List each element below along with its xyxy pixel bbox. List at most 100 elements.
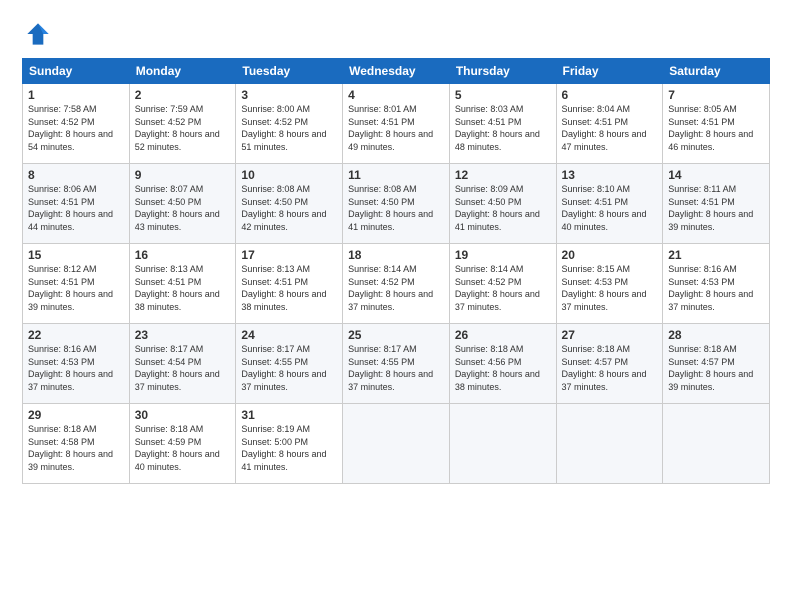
calendar-table: SundayMondayTuesdayWednesdayThursdayFrid… xyxy=(22,58,770,484)
cell-info: Sunrise: 8:17 AMSunset: 4:54 PMDaylight:… xyxy=(135,343,231,393)
cell-info: Sunrise: 8:13 AMSunset: 4:51 PMDaylight:… xyxy=(135,263,231,313)
day-cell-1: 1Sunrise: 7:58 AMSunset: 4:52 PMDaylight… xyxy=(23,84,130,164)
day-number: 3 xyxy=(241,88,337,102)
cell-info: Sunrise: 8:18 AMSunset: 4:59 PMDaylight:… xyxy=(135,423,231,473)
cell-info: Sunrise: 7:58 AMSunset: 4:52 PMDaylight:… xyxy=(28,103,124,153)
day-number: 30 xyxy=(135,408,231,422)
cell-info: Sunrise: 8:14 AMSunset: 4:52 PMDaylight:… xyxy=(348,263,444,313)
page: SundayMondayTuesdayWednesdayThursdayFrid… xyxy=(0,0,792,612)
day-number: 9 xyxy=(135,168,231,182)
cell-info: Sunrise: 8:14 AMSunset: 4:52 PMDaylight:… xyxy=(455,263,551,313)
day-number: 17 xyxy=(241,248,337,262)
empty-cell xyxy=(449,404,556,484)
empty-cell xyxy=(343,404,450,484)
cell-info: Sunrise: 8:18 AMSunset: 4:58 PMDaylight:… xyxy=(28,423,124,473)
day-number: 20 xyxy=(562,248,658,262)
day-cell-16: 16Sunrise: 8:13 AMSunset: 4:51 PMDayligh… xyxy=(129,244,236,324)
cell-info: Sunrise: 8:01 AMSunset: 4:51 PMDaylight:… xyxy=(348,103,444,153)
header-cell-saturday: Saturday xyxy=(663,59,770,84)
day-cell-14: 14Sunrise: 8:11 AMSunset: 4:51 PMDayligh… xyxy=(663,164,770,244)
day-number: 31 xyxy=(241,408,337,422)
header-cell-tuesday: Tuesday xyxy=(236,59,343,84)
day-number: 27 xyxy=(562,328,658,342)
day-cell-30: 30Sunrise: 8:18 AMSunset: 4:59 PMDayligh… xyxy=(129,404,236,484)
day-cell-15: 15Sunrise: 8:12 AMSunset: 4:51 PMDayligh… xyxy=(23,244,130,324)
header-cell-wednesday: Wednesday xyxy=(343,59,450,84)
empty-cell xyxy=(663,404,770,484)
day-cell-25: 25Sunrise: 8:17 AMSunset: 4:55 PMDayligh… xyxy=(343,324,450,404)
day-number: 12 xyxy=(455,168,551,182)
day-number: 15 xyxy=(28,248,124,262)
cell-info: Sunrise: 8:06 AMSunset: 4:51 PMDaylight:… xyxy=(28,183,124,233)
day-number: 21 xyxy=(668,248,764,262)
day-number: 19 xyxy=(455,248,551,262)
header-row: SundayMondayTuesdayWednesdayThursdayFrid… xyxy=(23,59,770,84)
day-cell-18: 18Sunrise: 8:14 AMSunset: 4:52 PMDayligh… xyxy=(343,244,450,324)
week-row-4: 22Sunrise: 8:16 AMSunset: 4:53 PMDayligh… xyxy=(23,324,770,404)
day-number: 16 xyxy=(135,248,231,262)
cell-info: Sunrise: 8:11 AMSunset: 4:51 PMDaylight:… xyxy=(668,183,764,233)
cell-info: Sunrise: 8:18 AMSunset: 4:57 PMDaylight:… xyxy=(562,343,658,393)
cell-info: Sunrise: 8:04 AMSunset: 4:51 PMDaylight:… xyxy=(562,103,658,153)
header-cell-monday: Monday xyxy=(129,59,236,84)
cell-info: Sunrise: 8:10 AMSunset: 4:51 PMDaylight:… xyxy=(562,183,658,233)
logo-icon xyxy=(22,18,54,50)
day-number: 23 xyxy=(135,328,231,342)
cell-info: Sunrise: 8:17 AMSunset: 4:55 PMDaylight:… xyxy=(241,343,337,393)
day-number: 25 xyxy=(348,328,444,342)
cell-info: Sunrise: 8:16 AMSunset: 4:53 PMDaylight:… xyxy=(668,263,764,313)
header-cell-sunday: Sunday xyxy=(23,59,130,84)
day-number: 22 xyxy=(28,328,124,342)
header-cell-friday: Friday xyxy=(556,59,663,84)
cell-info: Sunrise: 8:09 AMSunset: 4:50 PMDaylight:… xyxy=(455,183,551,233)
day-cell-19: 19Sunrise: 8:14 AMSunset: 4:52 PMDayligh… xyxy=(449,244,556,324)
day-number: 11 xyxy=(348,168,444,182)
cell-info: Sunrise: 8:13 AMSunset: 4:51 PMDaylight:… xyxy=(241,263,337,313)
day-cell-12: 12Sunrise: 8:09 AMSunset: 4:50 PMDayligh… xyxy=(449,164,556,244)
week-row-1: 1Sunrise: 7:58 AMSunset: 4:52 PMDaylight… xyxy=(23,84,770,164)
cell-info: Sunrise: 8:05 AMSunset: 4:51 PMDaylight:… xyxy=(668,103,764,153)
empty-cell xyxy=(556,404,663,484)
day-cell-17: 17Sunrise: 8:13 AMSunset: 4:51 PMDayligh… xyxy=(236,244,343,324)
cell-info: Sunrise: 8:00 AMSunset: 4:52 PMDaylight:… xyxy=(241,103,337,153)
day-number: 18 xyxy=(348,248,444,262)
day-cell-31: 31Sunrise: 8:19 AMSunset: 5:00 PMDayligh… xyxy=(236,404,343,484)
day-number: 24 xyxy=(241,328,337,342)
day-number: 1 xyxy=(28,88,124,102)
day-cell-8: 8Sunrise: 8:06 AMSunset: 4:51 PMDaylight… xyxy=(23,164,130,244)
day-cell-21: 21Sunrise: 8:16 AMSunset: 4:53 PMDayligh… xyxy=(663,244,770,324)
day-number: 29 xyxy=(28,408,124,422)
day-cell-23: 23Sunrise: 8:17 AMSunset: 4:54 PMDayligh… xyxy=(129,324,236,404)
day-cell-5: 5Sunrise: 8:03 AMSunset: 4:51 PMDaylight… xyxy=(449,84,556,164)
day-number: 28 xyxy=(668,328,764,342)
header xyxy=(22,18,770,50)
day-cell-13: 13Sunrise: 8:10 AMSunset: 4:51 PMDayligh… xyxy=(556,164,663,244)
day-cell-28: 28Sunrise: 8:18 AMSunset: 4:57 PMDayligh… xyxy=(663,324,770,404)
day-cell-29: 29Sunrise: 8:18 AMSunset: 4:58 PMDayligh… xyxy=(23,404,130,484)
day-number: 4 xyxy=(348,88,444,102)
day-cell-10: 10Sunrise: 8:08 AMSunset: 4:50 PMDayligh… xyxy=(236,164,343,244)
cell-info: Sunrise: 7:59 AMSunset: 4:52 PMDaylight:… xyxy=(135,103,231,153)
cell-info: Sunrise: 8:15 AMSunset: 4:53 PMDaylight:… xyxy=(562,263,658,313)
day-number: 10 xyxy=(241,168,337,182)
day-number: 2 xyxy=(135,88,231,102)
week-row-5: 29Sunrise: 8:18 AMSunset: 4:58 PMDayligh… xyxy=(23,404,770,484)
day-cell-24: 24Sunrise: 8:17 AMSunset: 4:55 PMDayligh… xyxy=(236,324,343,404)
day-cell-2: 2Sunrise: 7:59 AMSunset: 4:52 PMDaylight… xyxy=(129,84,236,164)
cell-info: Sunrise: 8:19 AMSunset: 5:00 PMDaylight:… xyxy=(241,423,337,473)
day-cell-4: 4Sunrise: 8:01 AMSunset: 4:51 PMDaylight… xyxy=(343,84,450,164)
day-cell-9: 9Sunrise: 8:07 AMSunset: 4:50 PMDaylight… xyxy=(129,164,236,244)
week-row-2: 8Sunrise: 8:06 AMSunset: 4:51 PMDaylight… xyxy=(23,164,770,244)
day-number: 13 xyxy=(562,168,658,182)
logo xyxy=(22,18,58,50)
cell-info: Sunrise: 8:03 AMSunset: 4:51 PMDaylight:… xyxy=(455,103,551,153)
day-cell-20: 20Sunrise: 8:15 AMSunset: 4:53 PMDayligh… xyxy=(556,244,663,324)
day-number: 14 xyxy=(668,168,764,182)
cell-info: Sunrise: 8:08 AMSunset: 4:50 PMDaylight:… xyxy=(348,183,444,233)
week-row-3: 15Sunrise: 8:12 AMSunset: 4:51 PMDayligh… xyxy=(23,244,770,324)
day-number: 7 xyxy=(668,88,764,102)
cell-info: Sunrise: 8:18 AMSunset: 4:57 PMDaylight:… xyxy=(668,343,764,393)
day-number: 6 xyxy=(562,88,658,102)
day-cell-3: 3Sunrise: 8:00 AMSunset: 4:52 PMDaylight… xyxy=(236,84,343,164)
cell-info: Sunrise: 8:18 AMSunset: 4:56 PMDaylight:… xyxy=(455,343,551,393)
